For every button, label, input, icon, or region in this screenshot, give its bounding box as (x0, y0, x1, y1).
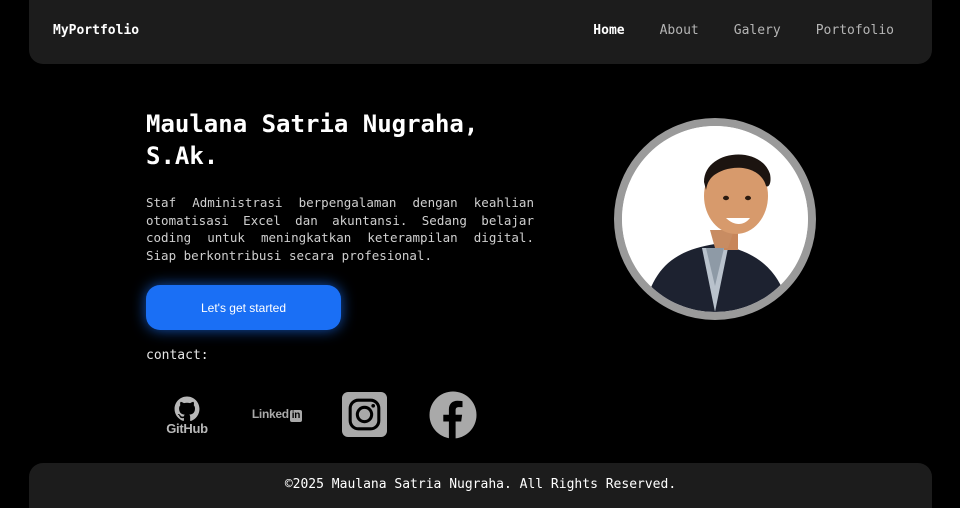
github-link[interactable]: GitHub (162, 394, 212, 438)
linkedin-icon: Linked in (251, 406, 303, 422)
footer: ©2025 Maulana Satria Nugraha. All Rights… (29, 463, 932, 508)
get-started-button[interactable]: Let's get started (146, 285, 341, 330)
instagram-icon (342, 392, 387, 437)
nav-link-galery[interactable]: Galery (734, 23, 781, 38)
facebook-link[interactable] (428, 390, 478, 440)
hero-description: Staf Administrasi berpengalaman dengan k… (146, 195, 534, 263)
nav-link-portofolio[interactable]: Portofolio (816, 23, 894, 38)
github-label: GitHub (166, 421, 208, 436)
facebook-icon (429, 391, 477, 439)
navbar: MyPortfolio Home About Galery Portofolio (29, 0, 932, 64)
github-icon (174, 396, 200, 422)
nav-link-about[interactable]: About (660, 23, 699, 38)
brand-logo[interactable]: MyPortfolio (53, 23, 139, 38)
nav-links: Home About Galery Portofolio (558, 23, 894, 38)
hero-title: Maulana Satria Nugraha, S.Ak. (146, 110, 479, 170)
contact-label: contact: (146, 348, 209, 363)
profile-photo-illustration (622, 126, 808, 312)
linkedin-link[interactable]: Linked in (249, 402, 305, 426)
profile-photo (614, 118, 816, 320)
copyright-text: ©2025 Maulana Satria Nugraha. All Rights… (284, 477, 677, 492)
instagram-link[interactable] (342, 392, 387, 437)
nav-link-home[interactable]: Home (593, 23, 624, 38)
